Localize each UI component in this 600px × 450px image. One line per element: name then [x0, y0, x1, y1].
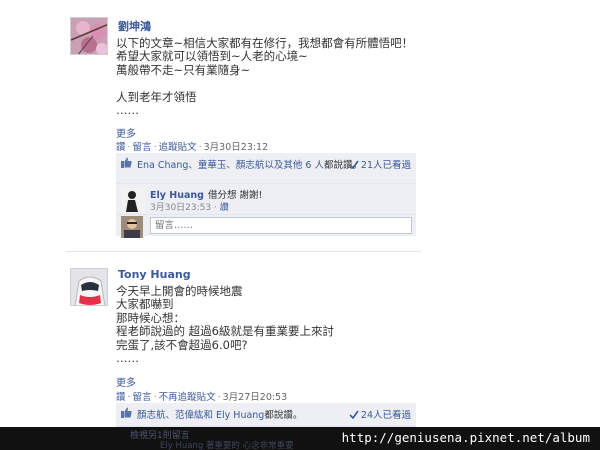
- likes-summary: 顏志航、范偉紘和 Ely Huang都說讚。 24人已看過: [116, 403, 416, 423]
- comment-meta: 3月30日23:53 · 讚: [150, 203, 229, 213]
- feedback-box: 顏志航、范偉紘和 Ely Huang都說讚。 24人已看過: [116, 403, 416, 427]
- watermark-url: http://geniusena.pixnet.net/album: [341, 430, 590, 445]
- comment-link[interactable]: 留言: [133, 392, 152, 403]
- comment-input[interactable]: [150, 217, 412, 234]
- timeline: 劉坤鴻 以下的文章~相信大家都有在修行，我想都會有所體悟吧！ 希望大家就可以領悟…: [0, 0, 600, 450]
- post-body: 今天早上開會的時候地震 大家都嚇到 那時候心想： 程老師說過的 超過6級就是有重…: [116, 284, 334, 366]
- author-avatar[interactable]: [70, 17, 108, 55]
- comment-composer: [116, 214, 416, 238]
- post-actions: 讚 · 留言 · 追蹤貼文 · 3月30日23:12: [116, 142, 269, 153]
- commenter-avatar[interactable]: [121, 188, 145, 212]
- seen-count[interactable]: 24人已看過: [349, 407, 411, 421]
- post-timestamp[interactable]: 3月30日23:12: [204, 142, 269, 153]
- likes-text: Ena Chang、童華玉、顏志航以及其他 6 人都說讚。: [137, 157, 362, 171]
- post-author[interactable]: Tony Huang: [118, 268, 191, 281]
- likes-text: 顏志航、范偉紘和 Ely Huang都說讚。: [137, 407, 302, 421]
- comment-timestamp[interactable]: 3月30日23:53: [150, 203, 211, 213]
- likers-link[interactable]: 顏志航、范偉紘和 Ely Huang: [137, 410, 264, 421]
- post-body: 以下的文章~相信大家都有在修行，我想都會有所體悟吧！ 希望大家就可以領悟到~人老…: [116, 36, 414, 118]
- user-avatar: [121, 216, 143, 238]
- commenter-name: Ely Huang 借分想 謝謝!: [150, 187, 262, 201]
- like-link[interactable]: 讚: [116, 142, 126, 153]
- viewer-avatar: [121, 216, 143, 238]
- watermark-bar: 檢視另1則留言 Ely Huang 著重要的 心念非常重要 http://gen…: [0, 427, 600, 450]
- like-link[interactable]: 讚: [116, 392, 126, 403]
- post-actions: 讚 · 留言 · 不再追蹤貼文 · 3月27日20:53: [116, 392, 288, 403]
- unfollow-link[interactable]: 不再追蹤貼文: [159, 392, 216, 403]
- comment-item: Ely Huang 借分想 謝謝! 3月30日23:53 · 讚: [116, 183, 416, 213]
- seen-check-icon: [349, 410, 359, 419]
- see-more-link[interactable]: 更多: [116, 374, 136, 389]
- post-author[interactable]: 劉坤鴻: [118, 18, 151, 34]
- see-more-link[interactable]: 更多: [116, 125, 136, 140]
- seen-check-icon: [349, 160, 359, 169]
- likes-suffix: 都說讚。: [264, 410, 303, 421]
- post-divider: [66, 251, 421, 252]
- seen-count-text: 24人已看過: [360, 410, 411, 421]
- post-timestamp[interactable]: 3月27日20:53: [223, 392, 288, 403]
- likes-summary: Ena Chang、童華玉、顏志航以及其他 6 人都說讚。 21人已看過: [116, 153, 416, 173]
- thumbs-up-icon: [121, 407, 132, 418]
- unfollow-link[interactable]: 追蹤貼文: [159, 142, 197, 153]
- comment-link[interactable]: 留言: [133, 142, 152, 153]
- comment-like-link[interactable]: 讚: [220, 203, 229, 213]
- flower-avatar: [71, 18, 107, 54]
- train-avatar: [71, 269, 107, 305]
- seen-count-text: 21人已看過: [360, 160, 411, 171]
- feedback-box: Ena Chang、童華玉、顏志航以及其他 6 人都說讚。 21人已看過 Ely…: [116, 153, 416, 238]
- silhouette-avatar: [121, 188, 145, 212]
- author-avatar[interactable]: [70, 268, 108, 306]
- thumbs-up-icon: [121, 157, 132, 168]
- likers-link[interactable]: Ena Chang、童華玉、顏志航以及其他 6 人: [137, 160, 324, 171]
- partial-comment-line-2: Ely Huang 著重要的 心念非常重要: [160, 441, 294, 450]
- seen-count[interactable]: 21人已看過: [349, 157, 411, 171]
